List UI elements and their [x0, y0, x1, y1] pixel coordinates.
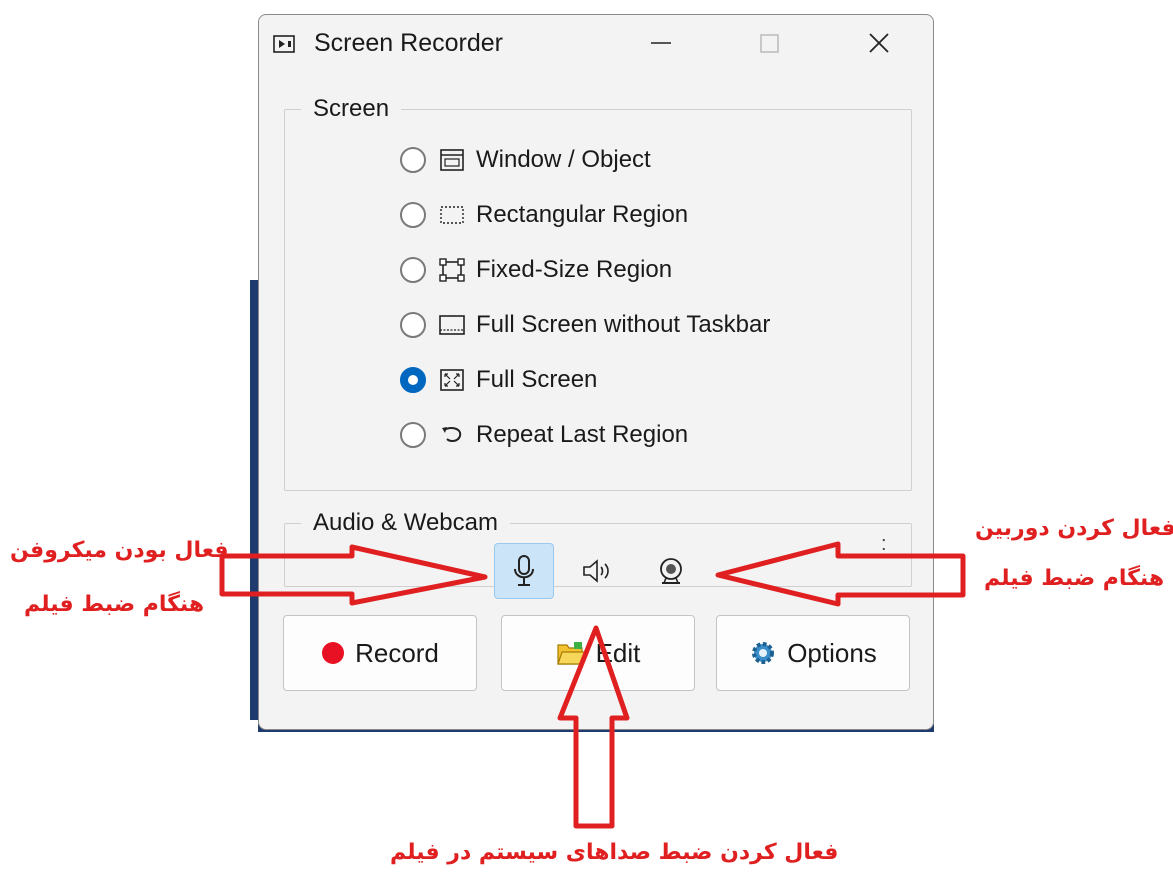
webcam-arrow — [715, 541, 966, 607]
annotation-cam-line1: فعال کردن دوربین — [975, 516, 1173, 541]
annotation-mic-line1: فعال بودن میکروفن — [10, 538, 229, 563]
mic-arrow — [219, 544, 488, 606]
annotation-mic-line2: هنگام ضبط فیلم — [24, 592, 205, 617]
annotation-system-audio: فعال کردن ضبط صداهای سیستم در فیلم — [390, 840, 839, 865]
annotation-cam-line2: هنگام ضبط فیلم — [984, 566, 1165, 591]
annotation-arrows — [219, 541, 966, 829]
system-audio-arrow — [557, 625, 630, 829]
